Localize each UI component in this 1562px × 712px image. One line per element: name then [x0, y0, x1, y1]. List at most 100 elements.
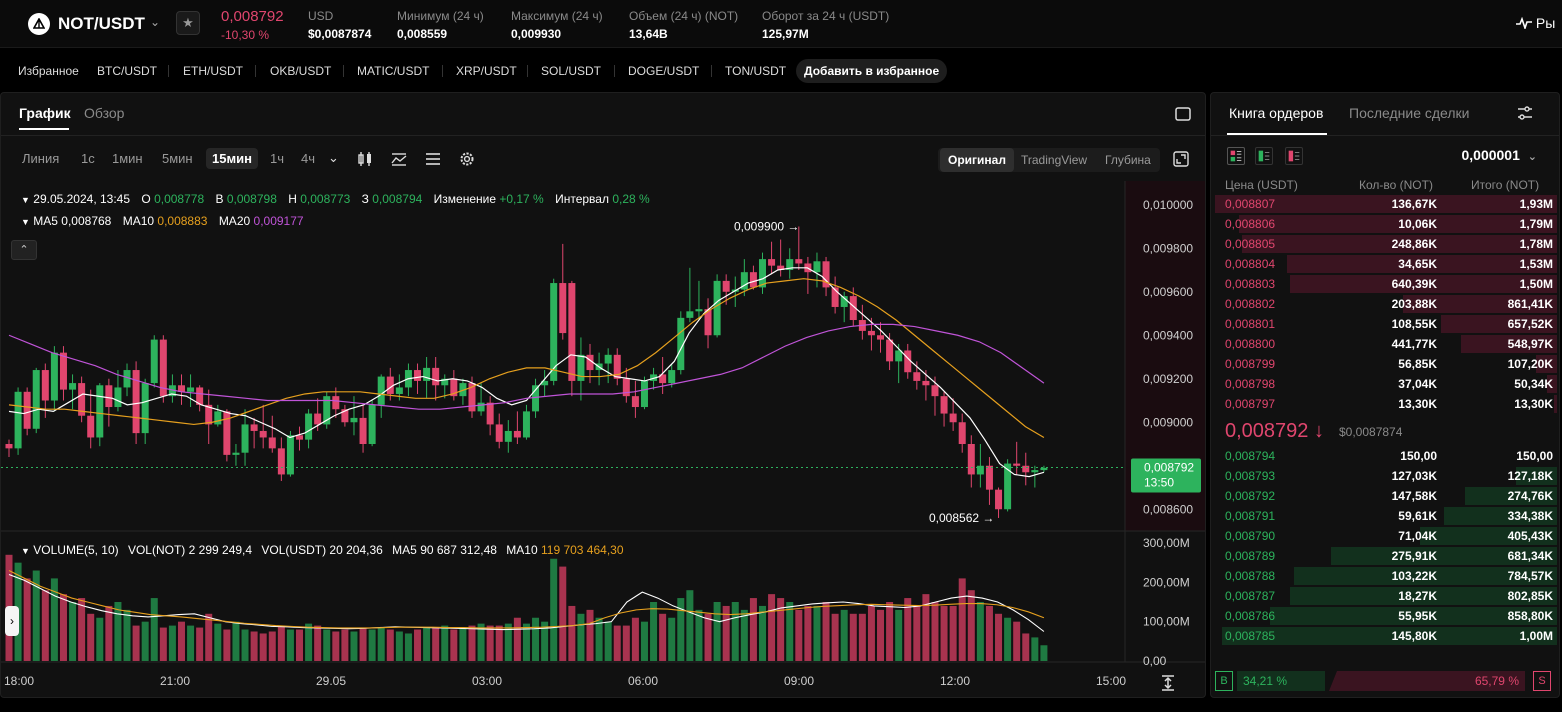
volume-bar: [296, 629, 304, 661]
time-tick-label: 03:00: [472, 674, 502, 688]
scale-toggle-icon[interactable]: [1161, 675, 1175, 691]
favorite-pair[interactable]: OKB/USDT: [270, 57, 331, 85]
close-value: 0,008794: [372, 192, 423, 206]
volume-bar: [305, 623, 313, 661]
change-value: +0,17 %: [499, 192, 544, 206]
candle-body: [114, 387, 122, 408]
pair-selector[interactable]: NOT/USDT: [58, 14, 145, 34]
bid-row[interactable]: 0,008789 275,91K 681,34K: [1215, 546, 1557, 566]
col-header-qty: Кол-во (NOT): [1359, 178, 1433, 192]
favorite-pair[interactable]: XRP/USDT: [456, 57, 517, 85]
chevron-down-icon[interactable]: ⌄: [150, 15, 160, 29]
ask-row[interactable]: 0,008801 108,55K 657,52K: [1215, 314, 1557, 334]
legend-collapse-icon[interactable]: ▼: [21, 195, 30, 205]
chart-panel: График Обзор Линия 1с 1мин 5мин 15мин 1ч…: [0, 92, 1206, 698]
bid-qty: 150,00: [1400, 449, 1437, 463]
ask-total: 548,97K: [1507, 337, 1553, 351]
ask-row[interactable]: 0,008799 56,85K 107,20K: [1215, 354, 1557, 374]
legend-collapse-icon[interactable]: ▼: [21, 217, 30, 227]
change-label: Изменение: [433, 192, 497, 206]
volume-bar: [686, 590, 694, 661]
bid-row[interactable]: 0,008787 18,27K 802,85K: [1215, 586, 1557, 606]
volume-bar: [695, 609, 703, 661]
sliders-icon[interactable]: [1517, 105, 1533, 121]
favorite-pair[interactable]: TON/USDT: [725, 57, 786, 85]
collapse-legend-button[interactable]: ⌃: [11, 240, 37, 260]
stat-label: USD: [308, 9, 334, 23]
book-bids-view-icon[interactable]: [1255, 147, 1273, 165]
bid-qty: 145,80K: [1391, 629, 1437, 643]
bid-price: 0,008788: [1225, 569, 1276, 583]
chevron-down-icon: ⌄: [1527, 151, 1537, 163]
tab-order-book[interactable]: Книга ордеров: [1229, 105, 1323, 121]
price-chart[interactable]: 0,010000 0,009800 0,009600 0,009400 0,009200…: [1, 93, 1206, 698]
candle-body: [568, 283, 576, 381]
chevron-right-icon[interactable]: ›: [5, 606, 19, 636]
candle-body: [640, 380, 648, 408]
vol-ma10-label: MA10: [506, 543, 538, 557]
stat-usd: USD $0,0087874: [308, 9, 371, 41]
divider: [527, 65, 528, 77]
ask-row[interactable]: 0,008803 640,39K 1,50M: [1215, 274, 1557, 294]
volume-bar: [177, 621, 185, 661]
tab-recent-trades[interactable]: Последние сделки: [1349, 105, 1470, 121]
candle-body: [504, 430, 512, 442]
bid-row[interactable]: 0,008794 150,00 150,00: [1215, 446, 1557, 466]
volume-bar: [895, 609, 903, 661]
bid-row[interactable]: 0,008793 127,03K 127,18K: [1215, 466, 1557, 486]
add-to-favorites-button[interactable]: Добавить в избранное: [796, 59, 948, 83]
candle-body: [931, 385, 939, 397]
ask-row[interactable]: 0,008805 248,86K 1,78M: [1215, 234, 1557, 254]
bid-row[interactable]: 0,008785 145,80K 1,00M: [1215, 626, 1557, 646]
top-bar: NOT/USDT ⌄ ★ 0,008792 -10,30 % USD $0,00…: [0, 0, 1562, 48]
ask-row[interactable]: 0,008806 10,06K 1,79M: [1215, 214, 1557, 234]
vol-ma5-label: MA5: [392, 543, 417, 557]
favorites-label[interactable]: Избранное: [18, 57, 79, 85]
change-percent: -10,30 %: [221, 28, 270, 42]
ask-row[interactable]: 0,008798 37,04K 50,34K: [1215, 374, 1557, 394]
ask-row[interactable]: 0,008797 13,30K 13,30K: [1215, 394, 1557, 414]
volume-bar: [214, 623, 222, 661]
ask-total: 13,30K: [1514, 397, 1553, 411]
favorite-pair[interactable]: MATIC/USDT: [357, 57, 429, 85]
bid-row[interactable]: 0,008792 147,58K 274,76K: [1215, 486, 1557, 506]
ask-row[interactable]: 0,008804 34,65K 1,53M: [1215, 254, 1557, 274]
bid-total: 802,85K: [1507, 589, 1553, 603]
arrow-down-icon: ↓: [1313, 420, 1324, 442]
bid-row[interactable]: 0,008786 55,95K 858,80K: [1215, 606, 1557, 626]
book-asks-view-icon[interactable]: [1285, 147, 1303, 165]
favorite-pair[interactable]: ETH/USDT: [183, 57, 243, 85]
favorite-pair[interactable]: SOL/USDT: [541, 57, 601, 85]
volume-bar: [114, 602, 122, 661]
ask-row[interactable]: 0,008807 136,67K 1,93M: [1215, 194, 1557, 214]
book-both-view-icon[interactable]: [1227, 147, 1245, 165]
bid-row[interactable]: 0,008788 103,22K 784,57K: [1215, 566, 1557, 586]
favorite-pair[interactable]: DOGE/USDT: [628, 57, 699, 85]
favorites-bar: Избранное BTC/USDT ETH/USDT OKB/USDT MAT…: [0, 57, 1562, 85]
ask-price: 0,008799: [1225, 357, 1276, 371]
ma-legend: ▼ MA5 0,008768 MA10 0,008883 MA20 0,0091…: [21, 214, 304, 228]
ask-row[interactable]: 0,008802 203,88K 861,41K: [1215, 294, 1557, 314]
volume-bar: [867, 605, 875, 661]
legend-collapse-icon[interactable]: ▼: [21, 546, 30, 556]
stat-low: Минимум (24 ч) 0,008559: [397, 9, 484, 41]
bid-qty: 18,27K: [1398, 589, 1437, 603]
volume-tick-label: 0,00: [1143, 654, 1167, 668]
candle-body: [486, 402, 494, 425]
volume-bar: [141, 621, 149, 661]
ask-row[interactable]: 0,008800 441,77K 548,97K: [1215, 334, 1557, 354]
volume-bar: [804, 605, 812, 661]
candle-body: [604, 354, 612, 364]
candle-body: [250, 424, 258, 431]
bid-row[interactable]: 0,008790 71,04K 405,43K: [1215, 526, 1557, 546]
bid-row[interactable]: 0,008791 59,61K 334,38K: [1215, 506, 1557, 526]
volume-bar: [622, 625, 630, 661]
star-icon[interactable]: ★: [176, 11, 200, 35]
favorite-pair[interactable]: BTC/USDT: [97, 57, 157, 85]
candle-body: [622, 378, 630, 397]
markets-link[interactable]: Ры: [1516, 15, 1562, 31]
bid-price: 0,008789: [1225, 549, 1276, 563]
volume-bar: [640, 621, 648, 661]
volume-bar: [849, 613, 857, 661]
precision-select[interactable]: 0,000001 ⌄: [1461, 147, 1537, 163]
